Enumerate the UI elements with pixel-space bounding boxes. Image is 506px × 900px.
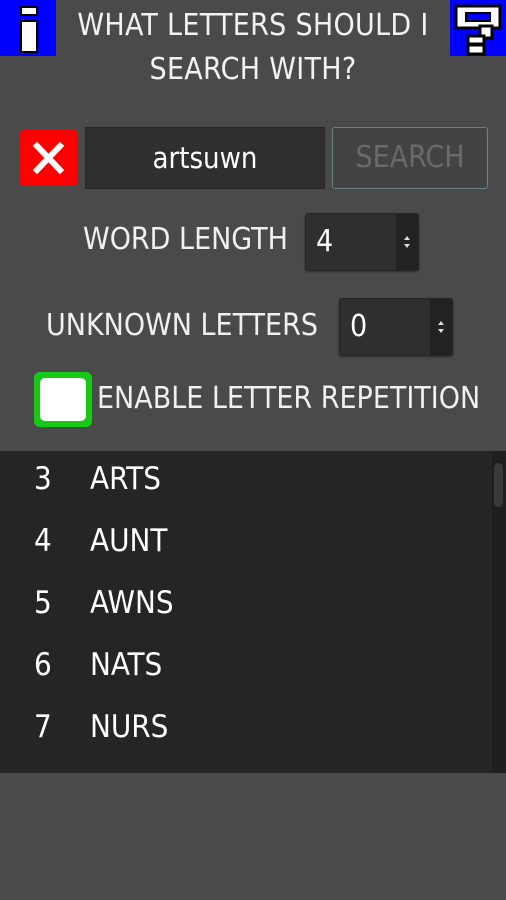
search-button[interactable]: SEARCH xyxy=(332,127,488,189)
results-scrollbar[interactable] xyxy=(492,451,506,773)
list-item-word: ARTS xyxy=(90,461,161,497)
list-item-number: 7 xyxy=(34,709,52,745)
results-list[interactable]: 3 ARTS 4 AUNT 5 AWNS 6 NATS 7 NURS xyxy=(0,451,506,773)
scrollbar-thumb[interactable] xyxy=(494,463,503,507)
unknown-letters-select[interactable]: 0 xyxy=(339,298,453,356)
letters-input[interactable] xyxy=(85,127,325,189)
list-item-word: NATS xyxy=(90,647,163,683)
repetition-checkbox[interactable] xyxy=(34,372,92,427)
repetition-label: ENABLE LETTER REPETITION xyxy=(97,381,481,416)
updown-arrows-icon xyxy=(430,299,452,355)
list-item-word: NURS xyxy=(90,709,169,745)
word-length-label: WORD LENGTH xyxy=(83,222,288,257)
list-item-word: AWNS xyxy=(90,585,174,621)
unknown-letters-label: UNKNOWN LETTERS xyxy=(46,308,318,343)
unknown-letters-value: 0 xyxy=(350,309,368,344)
page-title: WHAT LETTERS SHOULD I SEARCH WITH? xyxy=(70,4,436,92)
word-length-select[interactable]: 4 xyxy=(305,213,419,271)
title-line-1: WHAT LETTERS SHOULD I xyxy=(77,8,429,43)
updown-arrows-icon xyxy=(396,214,418,270)
help-button[interactable] xyxy=(450,0,506,56)
list-item[interactable]: 6 NATS xyxy=(0,637,490,695)
close-icon xyxy=(32,141,65,175)
list-item-word: AUNT xyxy=(90,523,168,559)
help-icon xyxy=(454,4,502,56)
clear-button[interactable] xyxy=(20,130,77,186)
word-length-value: 4 xyxy=(316,224,334,259)
checkbox-inner xyxy=(40,378,86,421)
info-button[interactable] xyxy=(0,0,56,56)
list-item[interactable]: 4 AUNT xyxy=(0,513,490,571)
list-item[interactable]: 3 ARTS xyxy=(0,451,490,509)
list-item-number: 4 xyxy=(34,523,52,559)
list-item[interactable]: 5 AWNS xyxy=(0,575,490,633)
list-item-number: 5 xyxy=(34,585,52,621)
list-item-number: 3 xyxy=(34,461,52,497)
list-item-number: 6 xyxy=(34,647,52,683)
title-line-2: SEARCH WITH? xyxy=(149,52,357,87)
list-item[interactable]: 7 NURS xyxy=(0,699,490,757)
